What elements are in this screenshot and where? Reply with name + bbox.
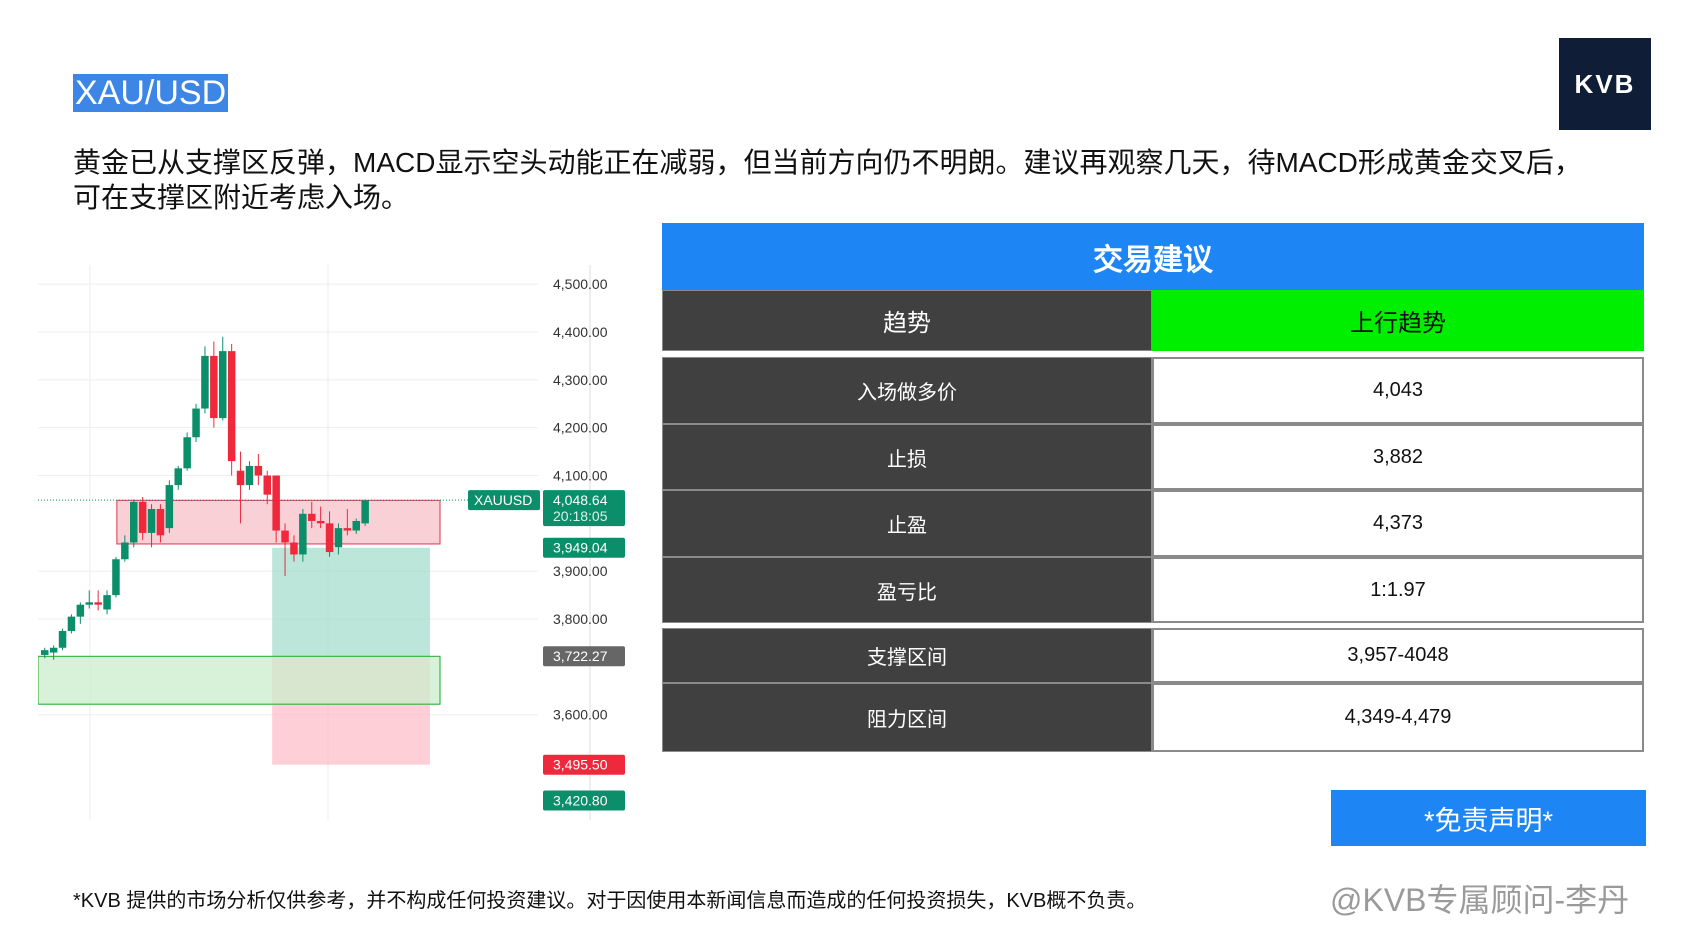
trend-row: 趋势 上行趋势 [662, 290, 1644, 351]
candle-body [138, 501, 147, 533]
watermark: @KVB专属顾问-李丹 [1330, 882, 1630, 918]
price-label: 3,722.27 [553, 648, 608, 664]
table-row: 止盈 4,373 [662, 490, 1644, 557]
trend-label: 趋势 [662, 290, 1152, 351]
candle-body [316, 520, 325, 524]
price-chart: 4,500.00 4,400.00 4,300.00 4,200.00 4,100.00… [38, 265, 643, 820]
candle-body [49, 647, 58, 653]
entry-label: 入场做多价 [662, 357, 1152, 424]
kvb-logo: KVB [1559, 38, 1651, 130]
candle-body [58, 631, 67, 648]
y-tick-label: 4,100.00 [553, 468, 608, 484]
table-row: 盈亏比 1:1.97 [662, 557, 1644, 623]
candle-body [210, 355, 218, 419]
candle-body [219, 351, 227, 419]
entry-value: 4,043 [1152, 357, 1644, 424]
candle-body [85, 602, 93, 605]
candle-body [67, 616, 76, 632]
y-tick-label: 4,500.00 [553, 276, 608, 292]
price-label: 3,949.04 [553, 540, 608, 556]
candle-body [227, 351, 236, 462]
page-title: XAU/USD [73, 74, 229, 112]
y-tick-label: 3,800.00 [553, 611, 608, 627]
price-label: 3,420.80 [553, 792, 608, 808]
y-tick-label: 3,600.00 [553, 707, 608, 723]
candle-body [156, 509, 165, 536]
table-row: 支撑区间 3,957-4048 [662, 628, 1644, 683]
candle-body [245, 465, 254, 486]
candle-body [290, 542, 298, 555]
candle-body [281, 530, 289, 543]
table-row: 入场做多价 4,043 [662, 357, 1644, 424]
candle-body [112, 559, 120, 596]
candle-body [103, 595, 111, 610]
trade-suggestion-panel: 交易建议 趋势 上行趋势 入场做多价 4,043 止损 3,882 止盈 4,3… [662, 223, 1644, 774]
support-zone [38, 655, 441, 705]
candle-body [361, 500, 369, 524]
stop-loss-value: 3,882 [1152, 424, 1644, 490]
y-tick-label: 4,400.00 [553, 324, 608, 340]
table-row: 阻力区间 4,349-4,479 [662, 683, 1644, 752]
candle-body [201, 355, 209, 409]
candle-body [308, 513, 316, 521]
y-tick-label: 4,300.00 [553, 372, 608, 388]
candle-body [183, 437, 191, 469]
analysis-description: 黄金已从支撑区反弹，MACD显示空头动能正在减弱，但当前方向仍不明朗。建议再观察… [73, 147, 1582, 213]
resistance-range-value: 4,349-4,479 [1152, 683, 1644, 752]
symbol-tag: XAUUSD [474, 492, 532, 508]
candle-body [94, 602, 102, 605]
table-row: 止损 3,882 [662, 424, 1644, 490]
footnote: *KVB 提供的市场分析仅供参考，并不构成任何投资建议。对于因使用本新闻信息而造… [73, 890, 1147, 912]
resistance-range-label: 阻力区间 [662, 683, 1152, 752]
stop-loss-label: 止损 [662, 424, 1152, 490]
price-label-time: 20:18:05 [553, 508, 608, 524]
risk-reward-label: 盈亏比 [662, 557, 1152, 623]
candle-body [174, 468, 182, 486]
price-label: 3,495.50 [553, 757, 608, 773]
candle-body [299, 513, 307, 555]
candle-body [192, 408, 200, 438]
price-label: 4,048.64 [553, 492, 608, 508]
candle-body [263, 475, 271, 495]
candle-body [41, 650, 49, 655]
candle-body [236, 470, 245, 486]
support-range-value: 3,957-4048 [1152, 628, 1644, 683]
candle-body [343, 528, 352, 531]
candle-body [147, 509, 156, 533]
candlestick-chart-svg: 4,500.00 4,400.00 4,300.00 4,200.00 4,100.00… [38, 265, 625, 820]
panel-header: 交易建议 [662, 223, 1644, 290]
disclaimer-button[interactable]: *免责声明* [1331, 790, 1646, 846]
take-profit-value: 4,373 [1152, 490, 1644, 557]
candle-body [325, 523, 334, 553]
candle-body [165, 485, 174, 529]
trend-value: 上行趋势 [1152, 290, 1644, 351]
y-tick-label: 3,900.00 [553, 563, 608, 579]
candle-body [130, 501, 138, 543]
risk-reward-value: 1:1.97 [1152, 557, 1644, 623]
candle-body [76, 604, 85, 617]
candle-body [121, 542, 129, 560]
y-tick-label: 4,200.00 [553, 420, 608, 436]
candle-body [334, 528, 343, 548]
take-profit-label: 止盈 [662, 490, 1152, 557]
candle-body [272, 475, 280, 531]
candle-body [254, 465, 263, 476]
candle-body [352, 520, 360, 531]
support-range-label: 支撑区间 [662, 628, 1152, 683]
take-profit-box [272, 547, 430, 657]
